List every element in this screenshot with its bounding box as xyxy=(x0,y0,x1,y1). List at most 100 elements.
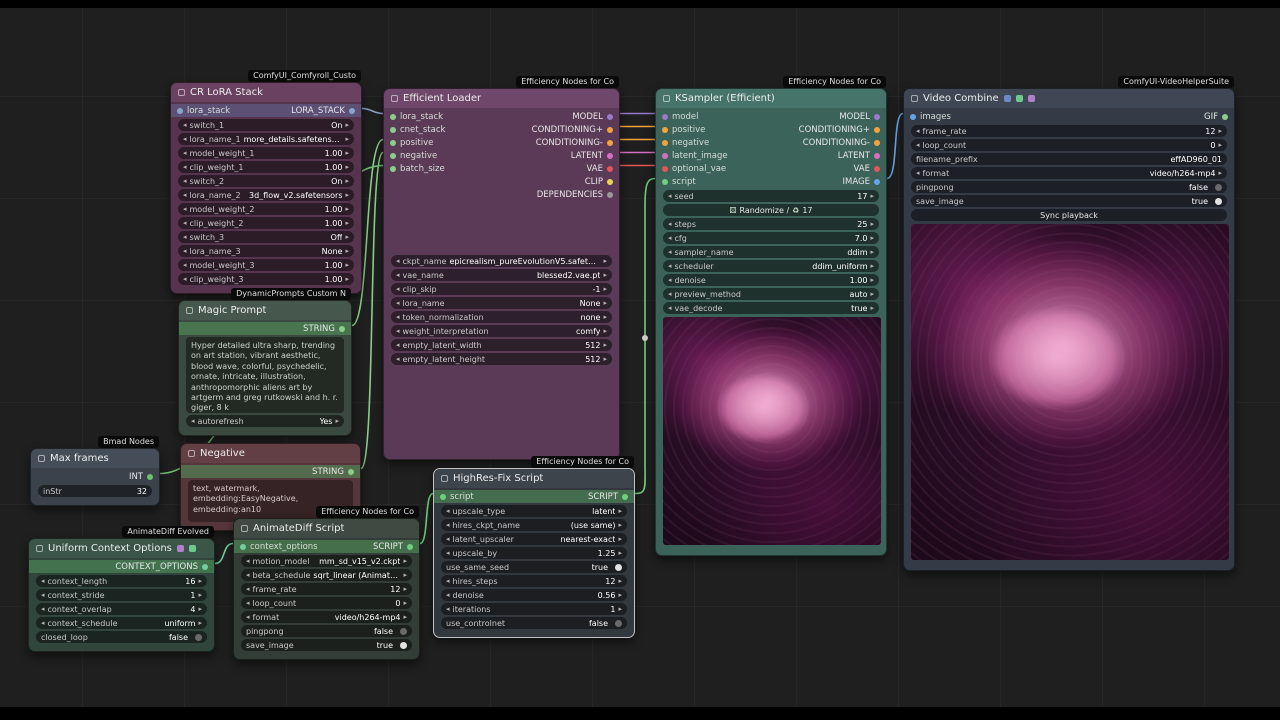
increment-icon[interactable]: ▸ xyxy=(335,417,339,425)
widget-hires_ckpt_name[interactable]: ◂hires_ckpt_name(use same)▸ xyxy=(441,519,627,531)
widget-clip_weight_2[interactable]: ◂clip_weight_21.00▸ xyxy=(178,217,354,229)
widget-lora_name[interactable]: ◂lora_nameNone▸ xyxy=(391,297,612,309)
decrement-icon[interactable]: ◂ xyxy=(246,613,250,621)
collapse-toggle-icon[interactable] xyxy=(38,455,45,462)
decrement-icon[interactable]: ◂ xyxy=(41,591,45,599)
increment-icon[interactable]: ▸ xyxy=(870,220,874,228)
increment-icon[interactable]: ▸ xyxy=(603,299,607,307)
output-slot-conditioning-plus[interactable]: CONDITIONING+ xyxy=(799,125,880,135)
decrement-icon[interactable]: ◂ xyxy=(446,507,450,515)
input-slot-script[interactable]: script xyxy=(440,492,474,502)
increment-icon[interactable]: ▸ xyxy=(1218,169,1222,177)
decrement-icon[interactable]: ◂ xyxy=(396,299,400,307)
node-header[interactable]: CR LoRA Stack xyxy=(171,83,361,102)
randomize-button[interactable]: ⚄Randomize /♻17 xyxy=(663,204,879,216)
increment-icon[interactable]: ▸ xyxy=(1218,127,1222,135)
increment-icon[interactable]: ▸ xyxy=(603,271,607,279)
node-header[interactable]: Video Combine xyxy=(904,89,1234,108)
input-slot-cnet-stack[interactable]: cnet_stack xyxy=(390,125,445,135)
increment-icon[interactable]: ▸ xyxy=(603,313,607,321)
decrement-icon[interactable]: ◂ xyxy=(183,163,187,171)
widget-weight_interpretation[interactable]: ◂weight_interpretationcomfy▸ xyxy=(391,325,612,337)
widget-beta_schedule[interactable]: ◂beta_schedulesqrt_linear (AnimateDiff)▸ xyxy=(241,569,412,581)
node-header[interactable]: Max frames xyxy=(31,449,159,468)
decrement-icon[interactable]: ◂ xyxy=(396,271,400,279)
increment-icon[interactable]: ▸ xyxy=(870,248,874,256)
node-header[interactable]: Efficient Loader xyxy=(384,89,619,108)
node-efficient-loader[interactable]: Efficiency Nodes for Co Efficient Loader… xyxy=(383,88,620,460)
increment-icon[interactable]: ▸ xyxy=(198,619,202,627)
node-highres-fix-script[interactable]: Efficiency Nodes for Co HighRes-Fix Scri… xyxy=(433,468,635,638)
output-slot-model[interactable]: MODEL xyxy=(839,112,880,122)
increment-icon[interactable]: ▸ xyxy=(345,121,349,129)
output-slot-image[interactable]: IMAGE xyxy=(843,177,880,187)
decrement-icon[interactable]: ◂ xyxy=(183,247,187,255)
widget-motion_model[interactable]: ◂motion_modelmm_sd_v15_v2.ckpt▸ xyxy=(241,555,412,567)
widget-empty_latent_height[interactable]: ◂empty_latent_height512▸ xyxy=(391,353,612,365)
widget-empty_latent_width[interactable]: ◂empty_latent_width512▸ xyxy=(391,339,612,351)
increment-icon[interactable]: ▸ xyxy=(403,571,407,579)
widget-sampler_name[interactable]: ◂sampler_nameddim▸ xyxy=(663,246,879,258)
widget-ckpt_name[interactable]: ◂ckpt_nameepicrealism_pureEvolutionV5.sa… xyxy=(391,255,612,267)
decrement-icon[interactable]: ◂ xyxy=(183,233,187,241)
increment-icon[interactable]: ▸ xyxy=(403,585,407,593)
decrement-icon[interactable]: ◂ xyxy=(41,577,45,585)
decrement-icon[interactable]: ◂ xyxy=(446,591,450,599)
widget-context_stride[interactable]: ◂context_stride1▸ xyxy=(36,589,207,601)
decrement-icon[interactable]: ◂ xyxy=(668,234,672,242)
widget-lora_name_2[interactable]: ◂lora_name_23d_flow_v2.safetensors▸ xyxy=(178,189,354,201)
increment-icon[interactable]: ▸ xyxy=(870,262,874,270)
decrement-icon[interactable]: ◂ xyxy=(183,149,187,157)
decrement-icon[interactable]: ◂ xyxy=(183,261,187,269)
node-header[interactable]: Uniform Context Options xyxy=(29,539,214,558)
input-slot-optional-vae[interactable]: optional_vae xyxy=(662,164,726,174)
decrement-icon[interactable]: ◂ xyxy=(246,585,250,593)
decrement-icon[interactable]: ◂ xyxy=(396,341,400,349)
widget-denoise[interactable]: ◂denoise0.56▸ xyxy=(441,589,627,601)
increment-icon[interactable]: ▸ xyxy=(618,549,622,557)
output-slot-script[interactable]: SCRIPT xyxy=(588,492,628,502)
widget-clip_weight_1[interactable]: ◂clip_weight_11.00▸ xyxy=(178,161,354,173)
decrement-icon[interactable]: ◂ xyxy=(183,121,187,129)
widget-inStr[interactable]: inStr32 xyxy=(38,485,152,497)
increment-icon[interactable]: ▸ xyxy=(345,247,349,255)
increment-icon[interactable]: ▸ xyxy=(618,591,622,599)
widget-vae_name[interactable]: ◂vae_nameblessed2.vae.pt▸ xyxy=(391,269,612,281)
widget-clip_skip[interactable]: ◂clip_skip-1▸ xyxy=(391,283,612,295)
increment-icon[interactable]: ▸ xyxy=(870,276,874,284)
increment-icon[interactable]: ▸ xyxy=(618,605,622,613)
output-slot-int[interactable]: INT xyxy=(129,472,153,482)
output-slot-vae[interactable]: VAE xyxy=(587,164,613,174)
input-slot-negative[interactable]: negative xyxy=(662,138,709,148)
increment-icon[interactable]: ▸ xyxy=(345,233,349,241)
input-slot-latent-image[interactable]: latent_image xyxy=(662,151,728,161)
increment-icon[interactable]: ▸ xyxy=(870,290,874,298)
collapse-toggle-icon[interactable] xyxy=(188,450,195,457)
widget-context_schedule[interactable]: ◂context_scheduleuniform▸ xyxy=(36,617,207,629)
node-header[interactable]: Magic Prompt xyxy=(179,301,351,320)
node-header[interactable]: AnimateDiff Script xyxy=(234,519,419,538)
input-slot-negative[interactable]: negative xyxy=(390,151,437,161)
output-slot-conditioning-plus[interactable]: CONDITIONING+ xyxy=(532,125,613,135)
increment-icon[interactable]: ▸ xyxy=(603,257,607,265)
decrement-icon[interactable]: ◂ xyxy=(668,262,672,270)
node-animatediff-script[interactable]: Efficiency Nodes for Co AnimateDiff Scri… xyxy=(233,518,420,660)
sync-playback-button[interactable]: Sync playback xyxy=(911,209,1227,221)
collapse-toggle-icon[interactable] xyxy=(186,307,193,314)
increment-icon[interactable]: ▸ xyxy=(345,177,349,185)
decrement-icon[interactable]: ◂ xyxy=(396,285,400,293)
node-uniform-context-options[interactable]: AnimateDiff Evolved Uniform Context Opti… xyxy=(28,538,215,652)
increment-icon[interactable]: ▸ xyxy=(618,521,622,529)
decrement-icon[interactable]: ◂ xyxy=(183,191,187,199)
output-slot-model[interactable]: MODEL xyxy=(572,112,613,122)
collapse-toggle-icon[interactable] xyxy=(241,525,248,532)
widget-scheduler[interactable]: ◂schedulerddim_uniform▸ xyxy=(663,260,879,272)
input-slot-images[interactable]: images xyxy=(910,112,951,122)
increment-icon[interactable]: ▸ xyxy=(603,327,607,335)
increment-icon[interactable]: ▸ xyxy=(870,234,874,242)
widget-denoise[interactable]: ◂denoise1.00▸ xyxy=(663,274,879,286)
node-header[interactable]: HighRes-Fix Script xyxy=(434,469,634,488)
decrement-icon[interactable]: ◂ xyxy=(183,205,187,213)
decrement-icon[interactable]: ◂ xyxy=(446,521,450,529)
decrement-icon[interactable]: ◂ xyxy=(668,220,672,228)
